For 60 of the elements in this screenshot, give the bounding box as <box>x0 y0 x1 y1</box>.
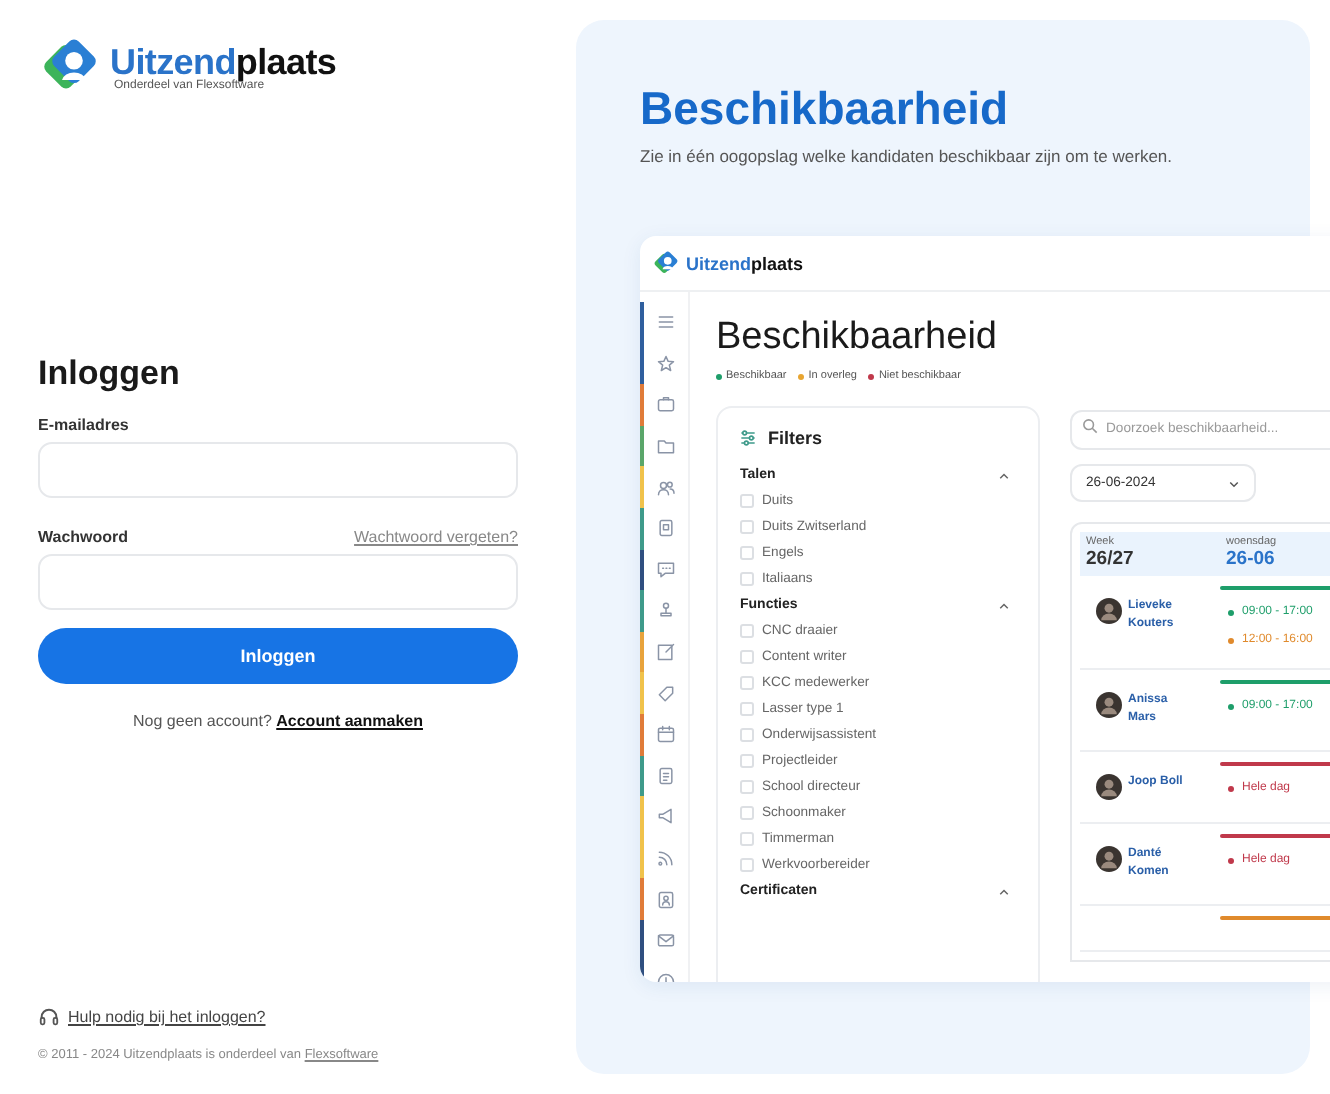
checkbox[interactable] <box>740 650 754 664</box>
checkbox[interactable] <box>740 858 754 872</box>
checkbox[interactable] <box>740 676 754 690</box>
login-title: Inloggen <box>38 352 182 396</box>
avatar-icon <box>1096 598 1122 624</box>
checkbox[interactable] <box>740 624 754 638</box>
briefcase-icon[interactable] <box>656 394 676 415</box>
folder-icon[interactable] <box>656 436 676 457</box>
chat-icon[interactable] <box>656 559 676 580</box>
checkbox[interactable] <box>740 546 754 560</box>
filters-title: Filters <box>768 428 823 448</box>
column-value: 26-06 <box>1226 548 1277 570</box>
page-title: Beschikbaarheid <box>716 314 999 362</box>
chevron-up-icon[interactable] <box>998 599 1010 611</box>
create-account-link[interactable]: Account aanmaken <box>276 712 423 730</box>
mail-icon[interactable] <box>656 930 676 951</box>
checkbox[interactable] <box>740 754 754 768</box>
checkbox[interactable] <box>740 572 754 586</box>
users-icon[interactable] <box>656 477 676 498</box>
input-field[interactable] <box>38 442 518 498</box>
edit-icon[interactable] <box>656 642 676 663</box>
tag-icon[interactable] <box>656 683 676 704</box>
star-icon[interactable] <box>656 353 676 374</box>
chevron-up-icon[interactable] <box>998 469 1010 481</box>
sliders-icon <box>738 428 758 448</box>
promo-title: Beschikbaarheid <box>640 80 1011 136</box>
building-icon[interactable] <box>656 518 676 539</box>
checkbox[interactable] <box>740 806 754 820</box>
stamp-icon[interactable] <box>656 600 676 621</box>
checkbox[interactable] <box>740 702 754 716</box>
checkbox[interactable] <box>740 780 754 794</box>
login-button[interactable]: Inloggen <box>38 628 518 684</box>
help-link[interactable]: Hulp nodig bij het inloggen? <box>68 1008 266 1026</box>
input-field[interactable] <box>38 554 518 610</box>
avatar-icon <box>1096 692 1122 718</box>
chevron-up-icon[interactable] <box>998 885 1010 897</box>
column-value: 26/27 <box>1086 548 1136 570</box>
checkbox[interactable] <box>740 832 754 846</box>
field-label: E-mailadres <box>38 416 129 434</box>
megaphone-icon[interactable] <box>656 806 676 827</box>
avatar-icon <box>1096 774 1122 800</box>
brand-name: Uitzendplaats <box>686 253 804 273</box>
avatar-icon <box>1096 846 1122 872</box>
menu-icon[interactable] <box>656 312 676 333</box>
checkbox[interactable] <box>740 728 754 742</box>
forgot-password-link[interactable]: Wachtwoord vergeten? <box>354 528 518 546</box>
chevron-down-icon <box>1228 477 1240 489</box>
calendar-icon[interactable] <box>656 724 676 745</box>
contact-card-icon[interactable] <box>656 889 676 910</box>
promo-subtitle: Zie in één oogopslag welke kandidaten beschikbaar zijn om te werken. <box>640 146 1175 166</box>
headset-icon <box>38 1006 60 1028</box>
search-icon <box>1082 418 1098 434</box>
rss-icon[interactable] <box>656 848 676 869</box>
checkbox[interactable] <box>740 494 754 508</box>
signup-text: Nog geen account? Account aanmaken <box>131 712 425 730</box>
checkbox[interactable] <box>740 520 754 534</box>
brand-name: Uitzendplaats <box>110 44 337 80</box>
logo-icon <box>652 249 680 277</box>
field-label: Wachwoord <box>38 528 129 546</box>
document-icon[interactable] <box>656 765 676 786</box>
